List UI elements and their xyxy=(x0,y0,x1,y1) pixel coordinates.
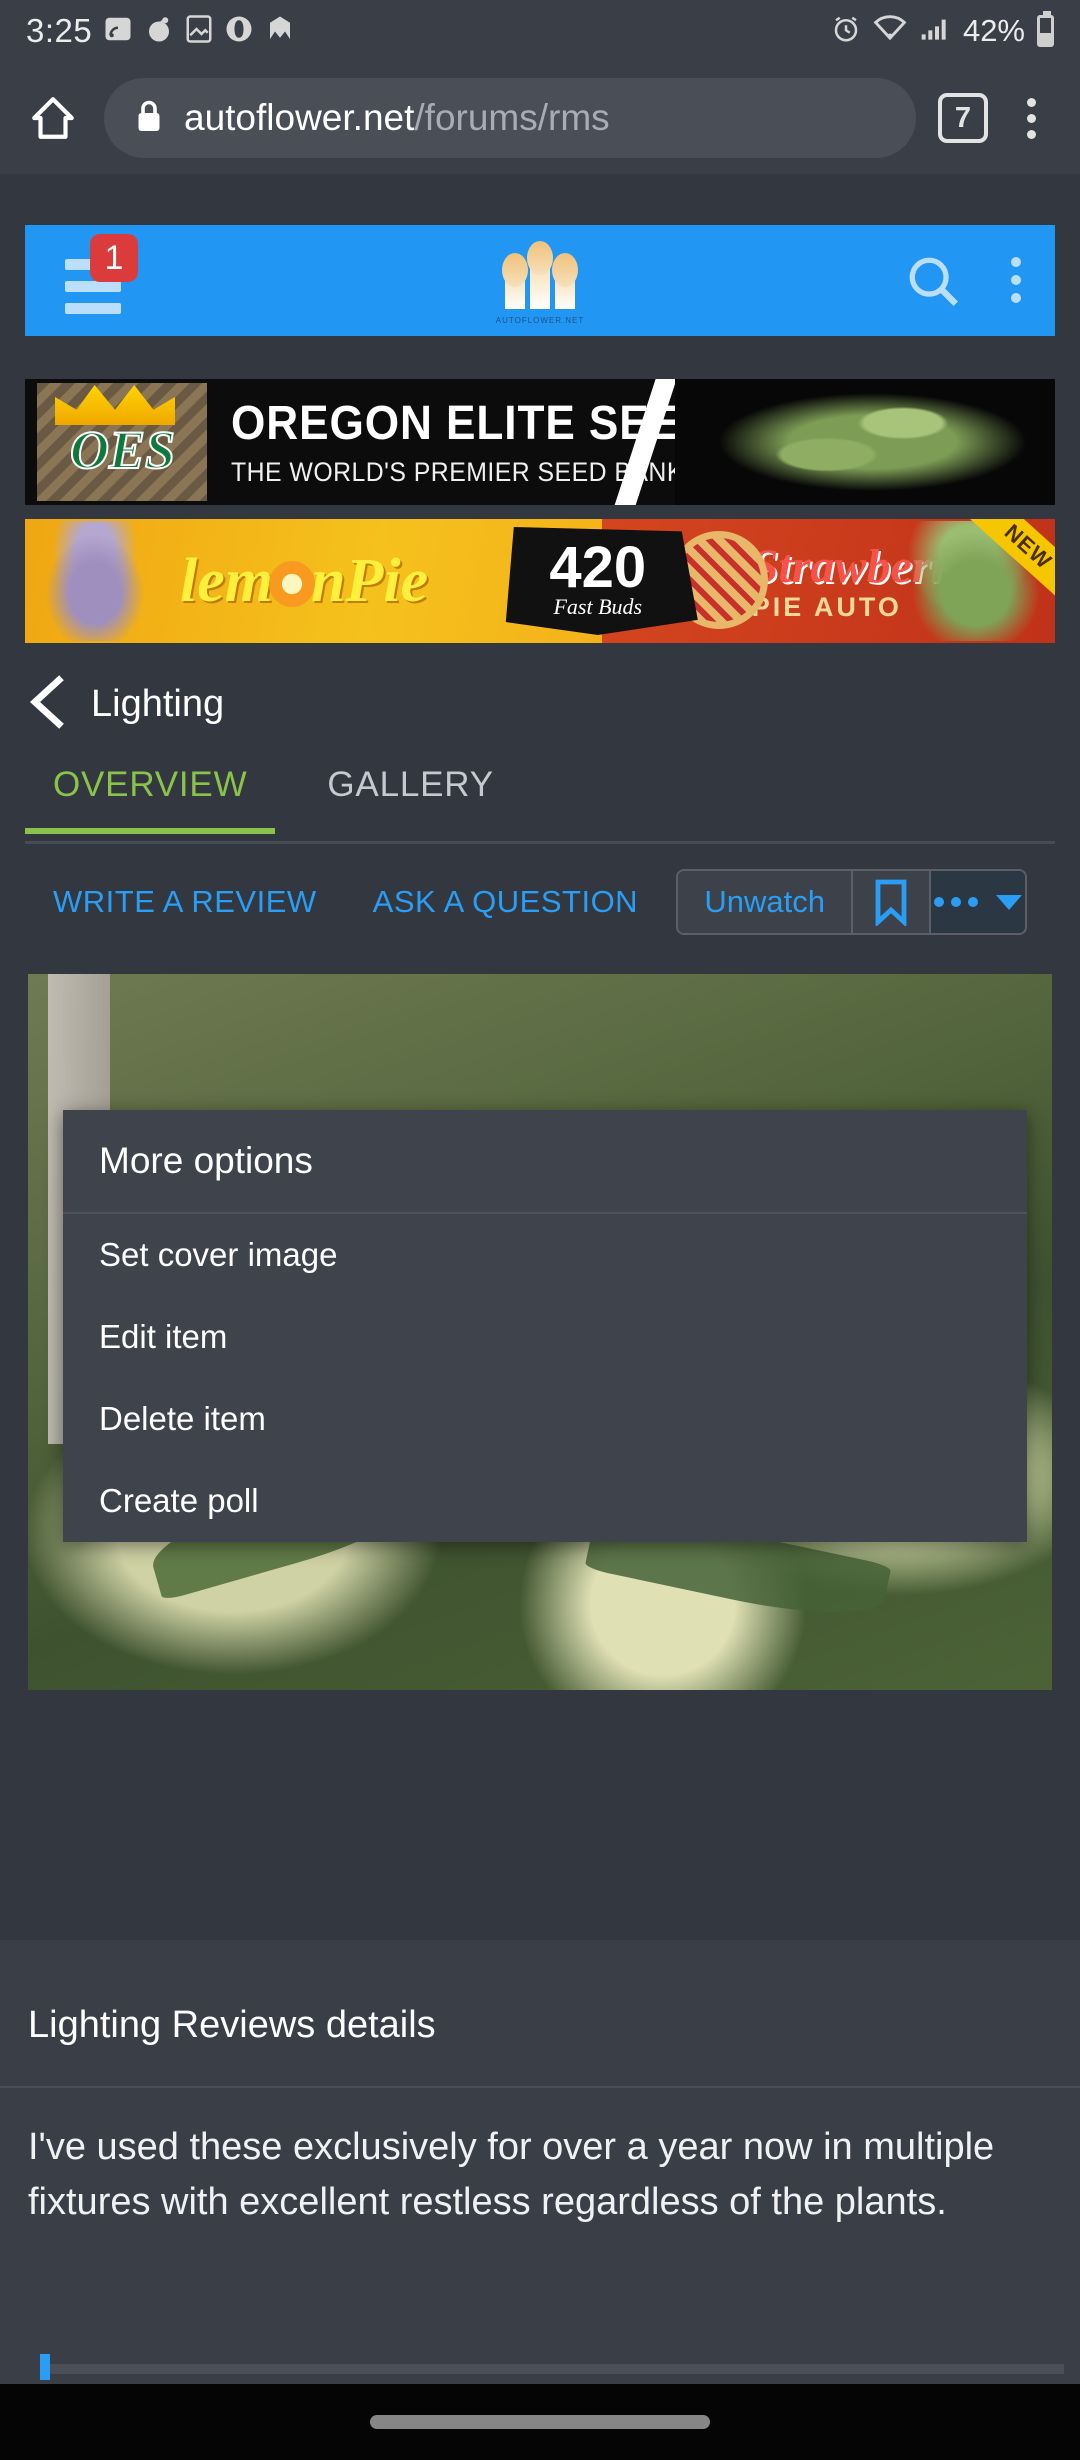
status-bar-clock: 3:25 xyxy=(26,12,93,49)
system-nav-bar xyxy=(0,2384,1080,2460)
ad-banner-oregon-elite-seeds[interactable]: OES OREGON ELITE SEEDS THE WORLD'S PREMI… xyxy=(25,379,1055,505)
unwatch-button[interactable]: Unwatch xyxy=(678,871,851,933)
oes-logo-icon: OES xyxy=(37,383,207,501)
battery-icon xyxy=(1037,11,1054,47)
dropdown-title: More options xyxy=(63,1110,1027,1214)
opera-icon xyxy=(224,14,254,49)
address-bar[interactable]: autoflower.net/forums/rms xyxy=(104,78,916,158)
scroll-indicator[interactable] xyxy=(40,2354,50,2380)
menu-item-delete-item[interactable]: Delete item xyxy=(63,1378,1027,1460)
ad-banner-fast-buds[interactable]: lem nPie 420 Fast Buds Strawberry PIE AUT… xyxy=(25,519,1055,643)
chevron-down-icon xyxy=(996,894,1022,910)
alarm-icon xyxy=(831,14,861,49)
fast-buds-logo-icon: 420 Fast Buds xyxy=(505,527,698,635)
details-card: Lighting Reviews details I've used these… xyxy=(0,1940,1080,2384)
more-options-button[interactable] xyxy=(929,871,1025,933)
lock-icon xyxy=(134,98,164,139)
site-header: 1 AUTOFLOWER.NET xyxy=(25,225,1055,336)
ask-a-question-link[interactable]: ASK A QUESTION xyxy=(373,884,638,920)
oes-monogram: OES xyxy=(69,419,176,481)
site-logo[interactable]: AUTOFLOWER.NET xyxy=(25,239,1055,325)
home-gesture-pill[interactable] xyxy=(370,2415,710,2429)
page-viewport: 1 AUTOFLOWER.NET OES OREGON ELITE SEEDS … xyxy=(0,174,1080,2384)
signal-icon xyxy=(919,14,951,49)
status-bar: 3:25 42% xyxy=(0,0,1080,62)
site-logo-caption: AUTOFLOWER.NET xyxy=(495,316,585,325)
menu-item-set-cover-image[interactable]: Set cover image xyxy=(63,1214,1027,1296)
browser-menu-icon[interactable] xyxy=(1008,91,1054,145)
ad-banner-one-subtitle: THE WORLD'S PREMIER SEED BANK xyxy=(231,457,684,487)
address-bar-text: autoflower.net/forums/rms xyxy=(184,97,610,139)
status-bar-left: 3:25 xyxy=(26,12,295,50)
details-body-text: I've used these exclusively for over a y… xyxy=(28,2126,995,2224)
watch-button-group: Unwatch xyxy=(676,869,1027,935)
battery-percent: 42% xyxy=(962,13,1025,48)
scroll-rail[interactable] xyxy=(50,2364,1064,2374)
search-icon[interactable] xyxy=(905,253,963,316)
phone-screen: 3:25 42% autoflower.net/forums/rms 7 1 A… xyxy=(0,0,1080,2460)
ad-banner-two-left: lem nPie 420 Fast Buds xyxy=(25,519,698,643)
write-a-review-link[interactable]: WRITE A REVIEW xyxy=(53,884,317,920)
status-bar-right: 42% xyxy=(831,11,1054,49)
bookmark-icon[interactable] xyxy=(851,871,929,933)
fast-buds-name: Fast Buds xyxy=(553,594,643,620)
trichome-logo-icon xyxy=(502,239,578,309)
wifi-icon xyxy=(873,14,907,49)
lemon-slice-icon xyxy=(268,560,315,607)
malwarebytes-icon xyxy=(265,14,295,49)
home-icon[interactable] xyxy=(26,91,80,145)
url-domain: autoflower.net xyxy=(184,97,415,138)
ad-banner-one-bud-photo xyxy=(675,379,1055,505)
more-options-dropdown: More options Set cover image Edit item D… xyxy=(63,1110,1027,1542)
details-heading: Lighting Reviews details xyxy=(28,2004,436,2046)
menu-item-create-poll[interactable]: Create poll xyxy=(63,1460,1027,1542)
purple-plant-photo xyxy=(35,521,155,641)
breadcrumb-label: Lighting xyxy=(91,683,225,725)
gallery-icon xyxy=(185,14,213,49)
cast-icon xyxy=(103,14,133,49)
tab-overview[interactable]: OVERVIEW xyxy=(24,765,276,834)
more-dropdown-icon xyxy=(934,897,978,907)
url-path: /forums/rms xyxy=(414,97,610,138)
fast-buds-number: 420 xyxy=(549,534,647,600)
browser-toolbar: autoflower.net/forums/rms 7 xyxy=(0,62,1080,174)
ad-banner-two-left-product: lem nPie xyxy=(180,546,429,615)
details-divider xyxy=(0,2086,1080,2088)
action-row: WRITE A REVIEW ASK A QUESTION Unwatch xyxy=(25,854,1055,950)
reddit-icon xyxy=(144,14,174,49)
tab-counter-button[interactable]: 7 xyxy=(938,93,988,143)
menu-item-edit-item[interactable]: Edit item xyxy=(63,1296,1027,1378)
site-header-menu-icon[interactable] xyxy=(1011,257,1021,303)
breadcrumb[interactable]: Lighting xyxy=(25,674,224,735)
back-chevron-icon[interactable] xyxy=(25,674,69,735)
tab-gallery[interactable]: GALLERY xyxy=(323,765,497,831)
content-tabs: OVERVIEW GALLERY xyxy=(24,754,1055,844)
